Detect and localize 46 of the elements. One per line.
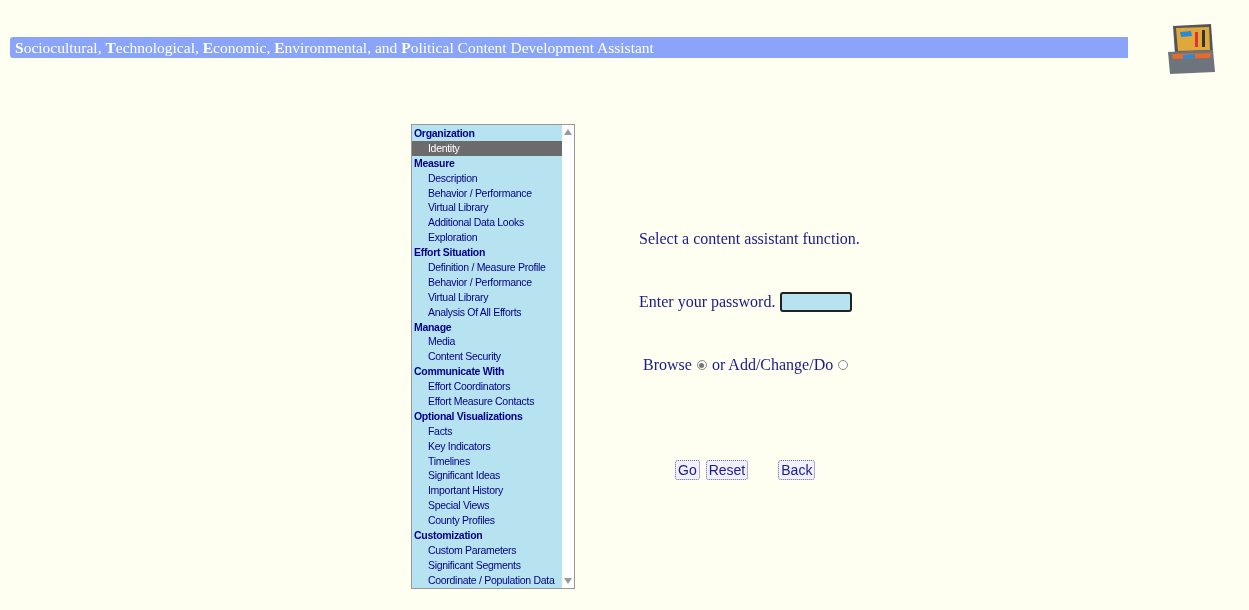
menu-item[interactable]: Important History: [412, 483, 562, 499]
instruction-text: Select a content assistant function.: [639, 230, 860, 248]
menu-item[interactable]: Coordinate / Population Data: [412, 572, 562, 588]
menu-group[interactable]: Optional Visualizations: [412, 408, 562, 424]
mode-label: Browse: [643, 356, 692, 374]
menu-item[interactable]: Content Security: [412, 349, 562, 365]
reset-button[interactable]: Reset: [705, 460, 749, 480]
menu-item[interactable]: Exploration: [412, 230, 562, 246]
menu-item[interactable]: Facts: [412, 423, 562, 439]
menu-item[interactable]: Significant Segments: [412, 557, 562, 573]
menu-item[interactable]: Media: [412, 334, 562, 350]
password-field[interactable]: [780, 292, 853, 312]
menu-item[interactable]: Analysis Of All Efforts: [412, 304, 562, 320]
menu-item[interactable]: Significant Ideas: [412, 468, 562, 484]
mode-radio[interactable]: [838, 360, 849, 370]
toolbox-icon: [1165, 22, 1217, 76]
menu-item[interactable]: Behavior / Performance: [412, 185, 562, 201]
menu-item[interactable]: Identity: [412, 140, 562, 156]
scroll-down-icon[interactable]: [564, 578, 572, 584]
menu-group[interactable]: Organization: [412, 126, 562, 141]
menu-item[interactable]: Effort Coordinators: [412, 379, 562, 395]
back-button[interactable]: Back: [778, 460, 816, 480]
menu-group[interactable]: Measure: [412, 155, 562, 171]
function-list[interactable]: [411, 124, 575, 589]
menu-item[interactable]: County Profiles: [412, 513, 562, 529]
menu-item[interactable]: Special Views: [412, 498, 562, 514]
menu-item[interactable]: Behavior / Performance: [412, 274, 562, 290]
menu-item[interactable]: Definition / Measure Profile: [412, 260, 562, 275]
menu-item[interactable]: Timelines: [412, 453, 562, 469]
password-label: Enter your password.: [639, 293, 776, 311]
page-title: Sociocultural, Technological, Economic, Environmental, and Political Content Development Assistant: [10, 37, 1128, 58]
menu-item[interactable]: Effort Measure Contacts: [412, 394, 562, 409]
menu-item[interactable]: Key Indicators: [412, 438, 562, 454]
scroll-up-icon[interactable]: [564, 129, 572, 135]
go-button[interactable]: Go: [675, 460, 700, 480]
mode-label: or Add/Change/Do: [711, 356, 834, 374]
menu-item[interactable]: Description: [412, 170, 562, 186]
menu-item[interactable]: Custom Parameters: [412, 542, 562, 558]
menu-group[interactable]: Communicate With: [412, 364, 562, 380]
menu-item[interactable]: Additional Data Looks: [412, 215, 562, 231]
menu-group[interactable]: Effort Situation: [412, 245, 562, 260]
mode-radio[interactable]: [696, 360, 707, 370]
menu-group[interactable]: Customization: [412, 528, 562, 543]
menu-item[interactable]: Virtual Library: [412, 200, 562, 216]
menu-item[interactable]: Virtual Library: [412, 289, 562, 305]
menu-group[interactable]: Manage: [412, 319, 562, 335]
